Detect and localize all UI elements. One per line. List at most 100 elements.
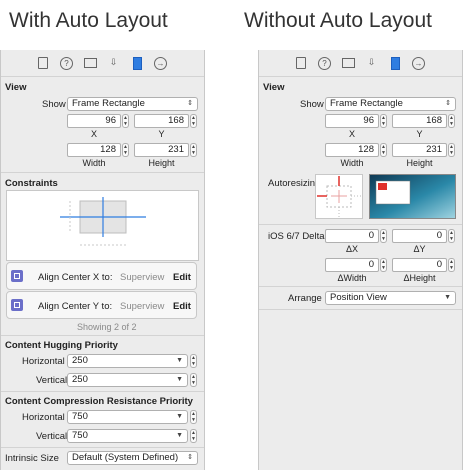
identity-icon[interactable] — [84, 58, 97, 68]
help-icon[interactable]: ? — [60, 57, 73, 70]
height-caption: Height — [406, 158, 433, 168]
delta-height-field[interactable]: 0 — [392, 258, 447, 272]
delta-x-caption: ΔX — [345, 244, 358, 254]
width-stepper[interactable]: ▲ ▼ — [380, 143, 387, 157]
constraint-row-center-x[interactable]: Align Center X to: Superview Edit — [6, 262, 197, 290]
file-icon[interactable] — [38, 57, 48, 69]
delta-y-field[interactable]: 0 — [392, 229, 447, 243]
hugging-vertical-label: Vertical — [36, 375, 68, 386]
delta-width-caption: ΔWidth — [337, 273, 367, 283]
chevron-down-icon: ▼ — [176, 357, 183, 364]
compression-horizontal-stepper[interactable]: ▲ ▼ — [190, 410, 197, 424]
delta-width-stepper[interactable]: ▲ ▼ — [380, 258, 387, 272]
arrange-label: Arrange — [288, 293, 322, 304]
intrinsic-size-label: Intrinsic Size — [5, 453, 59, 464]
edit-button[interactable]: Edit — [173, 272, 191, 283]
select-arrows-icon: ⇕ — [445, 100, 451, 107]
delta-y-stepper[interactable]: ▲ ▼ — [448, 229, 455, 243]
show-select-value: Frame Rectangle — [330, 98, 403, 109]
constraint-title: Align Center Y to: — [38, 301, 113, 312]
constraint-title: Align Center X to: — [38, 272, 113, 283]
y-stepper[interactable]: ▲ ▼ — [448, 114, 455, 128]
width-field[interactable]: 128 — [67, 143, 121, 157]
select-value: 250 — [72, 374, 88, 385]
preview-view — [378, 183, 387, 190]
help-icon[interactable]: ? — [318, 57, 331, 70]
intrinsic-size-select[interactable]: Default (System Defined) ⇕ — [67, 451, 198, 465]
compression-vertical-label: Vertical — [36, 431, 68, 442]
divider — [259, 286, 462, 287]
file-icon[interactable] — [296, 57, 306, 69]
size-inspector-icon[interactable] — [391, 57, 400, 70]
compression-horizontal-label: Horizontal — [22, 412, 65, 423]
connections-icon[interactable]: → — [154, 57, 167, 70]
delta-x-field[interactable]: 0 — [325, 229, 379, 243]
select-value: 750 — [72, 411, 88, 422]
compression-vertical-stepper[interactable]: ▲ ▼ — [190, 429, 197, 443]
heading-without-auto-layout: Without Auto Layout — [244, 9, 432, 32]
height-stepper[interactable]: ▲ ▼ — [448, 143, 455, 157]
chevron-down-icon: ▼ — [176, 376, 183, 383]
height-field[interactable]: 231 — [134, 143, 189, 157]
connections-icon[interactable]: → — [412, 57, 425, 70]
y-field[interactable]: 168 — [392, 114, 447, 128]
constraint-icon — [11, 299, 23, 311]
select-arrows-icon: ⇕ — [187, 454, 193, 461]
size-inspector-auto-layout: ? ⇩ → View Show Frame Rectangle ⇕ 96 ▲ ▼ 1… — [0, 50, 205, 470]
autoresizing-label: Autoresizing — [268, 178, 321, 189]
hugging-vertical-stepper[interactable]: ▲ ▼ — [190, 373, 197, 387]
hugging-title: Content Hugging Priority — [5, 340, 118, 351]
delta-width-field[interactable]: 0 — [325, 258, 379, 272]
y-caption: Y — [416, 129, 423, 139]
select-arrows-icon: ⇕ — [187, 100, 193, 107]
constraint-icon — [11, 270, 23, 282]
divider — [1, 391, 204, 392]
identity-icon[interactable] — [342, 58, 355, 68]
hugging-horizontal-stepper[interactable]: ▲ ▼ — [190, 354, 197, 368]
deltas-label: iOS 6/7 Deltas — [268, 231, 330, 242]
y-stepper[interactable]: ▲ ▼ — [190, 114, 197, 128]
width-stepper[interactable]: ▲ ▼ — [122, 143, 129, 157]
y-field[interactable]: 168 — [134, 114, 189, 128]
edit-button[interactable]: Edit — [173, 301, 191, 312]
compression-vertical-select[interactable]: 750 ▼ — [67, 429, 188, 443]
arrange-select[interactable]: Position View ▼ — [325, 291, 456, 305]
delta-height-stepper[interactable]: ▲ ▼ — [448, 258, 455, 272]
divider — [259, 224, 462, 225]
delta-y-caption: ΔY — [413, 244, 426, 254]
delta-x-stepper[interactable]: ▲ ▼ — [380, 229, 387, 243]
chevron-down-icon: ▼ — [444, 294, 451, 301]
divider — [1, 447, 204, 448]
show-select[interactable]: Frame Rectangle ⇕ — [325, 97, 456, 111]
compression-horizontal-select[interactable]: 750 ▼ — [67, 410, 188, 424]
x-stepper[interactable]: ▲ ▼ — [380, 114, 387, 128]
constraint-target: Superview — [120, 301, 165, 312]
height-stepper[interactable]: ▲ ▼ — [190, 143, 197, 157]
x-field[interactable]: 96 — [67, 114, 121, 128]
inspector-toolbar: ? ⇩ → — [1, 50, 204, 77]
compression-title: Content Compression Resistance Priority — [5, 396, 193, 407]
x-field[interactable]: 96 — [325, 114, 379, 128]
preview-svg — [370, 175, 455, 218]
hugging-vertical-select[interactable]: 250 ▼ — [67, 373, 188, 387]
constraint-row-center-y[interactable]: Align Center Y to: Superview Edit — [6, 291, 197, 319]
y-caption: Y — [158, 129, 165, 139]
view-section-title: View — [5, 82, 27, 93]
autoresizing-mask-editor[interactable] — [315, 174, 363, 219]
x-caption: X — [348, 129, 355, 139]
show-select[interactable]: Frame Rectangle ⇕ — [67, 97, 198, 111]
height-field[interactable]: 231 — [392, 143, 447, 157]
attributes-icon[interactable]: ⇩ — [366, 57, 377, 68]
hugging-horizontal-select[interactable]: 250 ▼ — [67, 354, 188, 368]
attributes-icon[interactable]: ⇩ — [108, 57, 119, 68]
autoresizing-mask-svg — [317, 176, 361, 217]
width-caption: Width — [340, 158, 364, 168]
divider — [259, 309, 462, 310]
select-value: 250 — [72, 355, 88, 366]
size-inspector-icon[interactable] — [133, 57, 142, 70]
delta-height-caption: ΔHeight — [403, 273, 436, 283]
x-stepper[interactable]: ▲ ▼ — [122, 114, 129, 128]
divider — [1, 172, 204, 173]
width-caption: Width — [82, 158, 106, 168]
width-field[interactable]: 128 — [325, 143, 379, 157]
